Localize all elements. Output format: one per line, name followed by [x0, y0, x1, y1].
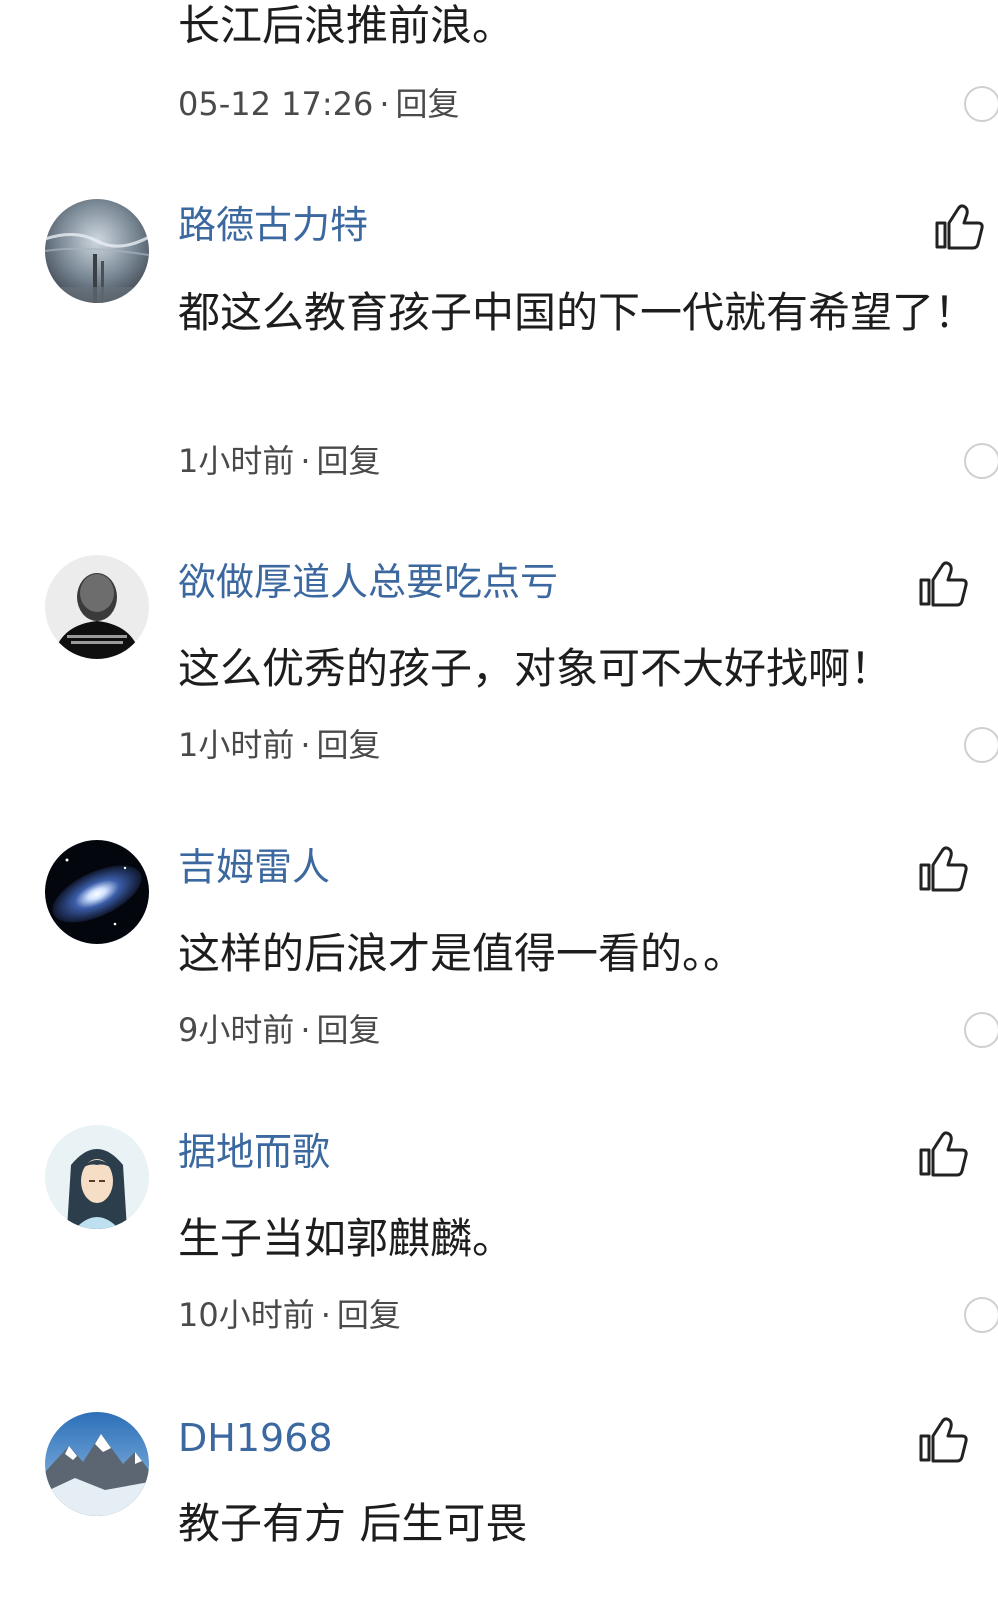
- comment-time: 9小时前: [178, 1011, 295, 1049]
- username[interactable]: 吉姆雷人: [178, 843, 330, 891]
- meta-separator: ·: [379, 85, 390, 123]
- comment-meta: 1小时前 · 回复: [178, 725, 381, 765]
- avatar[interactable]: [45, 1412, 149, 1516]
- username[interactable]: DH1968: [178, 1414, 333, 1462]
- more-circle-icon[interactable]: [964, 727, 998, 763]
- avatar[interactable]: [45, 1125, 149, 1229]
- comment-item: 路德古力特 都这么教育孩子中国的下一代就有希望了！ 1小时前 · 回复: [0, 195, 998, 515]
- comment-text: 生子当如郭麒麟。: [178, 1214, 515, 1263]
- meta-separator: ·: [300, 1011, 311, 1049]
- thumbs-up-icon: [919, 1417, 968, 1463]
- anime-scholar-avatar-icon: [45, 1125, 149, 1229]
- avatar[interactable]: [45, 840, 149, 944]
- comment-text: 长江后浪推前浪。: [178, 1, 515, 50]
- thumbs-up-icon: [919, 1131, 968, 1177]
- like-button[interactable]: [918, 558, 970, 610]
- thumbs-up-icon: [919, 846, 968, 892]
- meta-separator: ·: [300, 726, 311, 764]
- more-circle-icon[interactable]: [964, 1012, 998, 1048]
- bald-man-portrait-avatar-icon: [45, 555, 149, 659]
- city-skyline-avatar-icon: [45, 199, 149, 303]
- more-circle-icon[interactable]: [964, 443, 998, 479]
- comment-time: 05-12 17:26: [178, 85, 374, 123]
- comment-item: 长江后浪推前浪。 05-12 17:26 · 回复: [0, 0, 998, 150]
- meta-separator: ·: [320, 1296, 331, 1334]
- username[interactable]: 路德古力特: [178, 201, 368, 249]
- username[interactable]: 据地而歌: [178, 1128, 330, 1176]
- comment-item: DH1968 教子有方 后生可畏: [0, 1408, 998, 1600]
- comment-meta: 9小时前 · 回复: [178, 1010, 381, 1050]
- comment-text: 都这么教育孩子中国的下一代就有希望了！: [178, 288, 977, 337]
- comment-text: 这么优秀的孩子，对象可不大好找啊！: [178, 644, 893, 693]
- more-circle-icon[interactable]: [964, 86, 998, 122]
- reply-button[interactable]: 回复: [337, 1296, 401, 1334]
- thumbs-up-icon: [935, 204, 984, 250]
- like-button[interactable]: [934, 201, 986, 253]
- comment-text: 这样的后浪才是值得一看的。。: [178, 929, 746, 978]
- comment-text: 教子有方 后生可畏: [178, 1499, 528, 1548]
- galaxy-avatar-icon: [45, 840, 149, 944]
- comment-time: 1小时前: [178, 442, 295, 480]
- reply-button[interactable]: 回复: [317, 1011, 381, 1049]
- comment-meta: 10小时前 · 回复: [178, 1295, 401, 1335]
- like-button[interactable]: [918, 1128, 970, 1180]
- like-button[interactable]: [918, 843, 970, 895]
- more-circle-icon[interactable]: [964, 1297, 998, 1333]
- username[interactable]: 欲做厚道人总要吃点亏: [178, 558, 558, 606]
- reply-button[interactable]: 回复: [317, 726, 381, 764]
- comment-time: 1小时前: [178, 726, 295, 764]
- comment-time: 10小时前: [178, 1296, 315, 1334]
- comment-item: 吉姆雷人 这样的后浪才是值得一看的。。 9小时前 · 回复: [0, 838, 998, 1078]
- meta-separator: ·: [300, 442, 311, 480]
- reply-button[interactable]: 回复: [396, 85, 460, 123]
- thumbs-up-icon: [919, 561, 968, 607]
- avatar[interactable]: [45, 555, 149, 659]
- comment-item: 据地而歌 生子当如郭麒麟。 10小时前 · 回复: [0, 1123, 998, 1363]
- like-button[interactable]: [918, 1414, 970, 1466]
- comment-item: 欲做厚道人总要吃点亏 这么优秀的孩子，对象可不大好找啊！ 1小时前 · 回复: [0, 553, 998, 793]
- snow-mountain-avatar-icon: [45, 1412, 149, 1516]
- comment-meta: 05-12 17:26 · 回复: [178, 84, 460, 124]
- avatar[interactable]: [45, 199, 149, 303]
- comment-meta: 1小时前 · 回复: [178, 441, 381, 481]
- reply-button[interactable]: 回复: [317, 442, 381, 480]
